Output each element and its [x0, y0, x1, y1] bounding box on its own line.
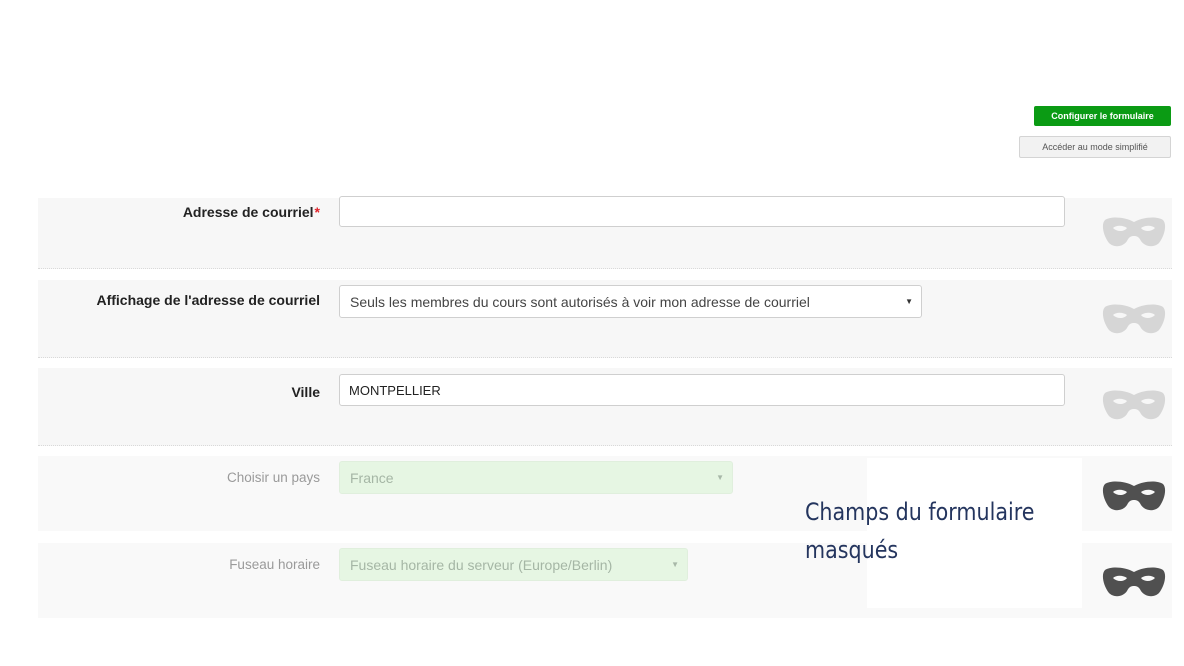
email-field[interactable] [339, 196, 1065, 227]
timezone-label: Fuseau horaire [229, 557, 320, 572]
hidden-fields-annotation: Champs du formulaire masqués [805, 493, 1035, 569]
configure-form-button[interactable]: Configurer le formulaire [1034, 106, 1171, 126]
country-select: France ▼ [339, 461, 733, 494]
email-display-label: Affichage de l'adresse de courriel [96, 292, 320, 308]
dropdown-arrow-icon: ▼ [716, 473, 724, 482]
annotation-line-1: Champs du formulaire [805, 498, 1035, 526]
annotation-line-2: masqués [805, 536, 899, 564]
simple-mode-button[interactable]: Accéder au mode simplifié [1019, 136, 1171, 158]
dropdown-arrow-icon: ▼ [671, 560, 679, 569]
timezone-select: Fuseau horaire du serveur (Europe/Berlin… [339, 548, 688, 581]
email-label: Adresse de courriel* [182, 204, 320, 220]
timezone-selected: Fuseau horaire du serveur (Europe/Berlin… [350, 556, 613, 573]
city-field[interactable]: MONTPELLIER [339, 374, 1065, 406]
city-label: Ville [291, 384, 320, 400]
country-label: Choisir un pays [226, 470, 320, 485]
mask-icon-hidden[interactable] [1101, 563, 1167, 599]
required-marker: * [314, 204, 320, 220]
mask-icon-hidden[interactable] [1101, 477, 1167, 513]
mask-icon[interactable] [1101, 213, 1167, 249]
dropdown-arrow-icon: ▼ [905, 297, 913, 306]
mask-icon[interactable] [1101, 386, 1167, 422]
email-display-select[interactable]: Seuls les membres du cours sont autorisé… [339, 285, 922, 318]
mask-icon[interactable] [1101, 300, 1167, 336]
email-display-selected: Seuls les membres du cours sont autorisé… [350, 293, 810, 310]
country-selected: France [350, 469, 394, 486]
